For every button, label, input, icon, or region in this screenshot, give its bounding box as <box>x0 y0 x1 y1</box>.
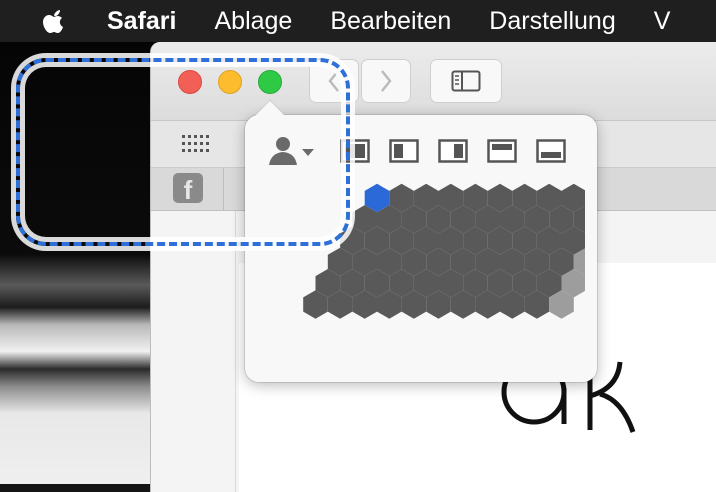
menu-app-name[interactable]: Safari <box>107 7 176 36</box>
sidebar-toggle-button[interactable] <box>430 59 502 103</box>
menu-darstellung[interactable]: Darstellung <box>489 7 615 36</box>
menu-more[interactable]: V <box>654 7 671 36</box>
menu-bar: Safari Ablage Bearbeiten Darstellung V <box>0 0 716 42</box>
apple-logo-icon[interactable] <box>41 7 67 35</box>
focus-highlight-outline <box>16 58 350 246</box>
sidebar-icon <box>451 70 481 92</box>
menu-ablage[interactable]: Ablage <box>214 7 292 36</box>
menu-bearbeiten[interactable]: Bearbeiten <box>330 7 451 36</box>
layout-top-half-icon[interactable] <box>487 139 517 163</box>
layout-bottom-half-icon[interactable] <box>536 139 566 163</box>
chevron-right-icon <box>381 70 392 92</box>
forward-button[interactable] <box>361 59 411 103</box>
layout-right-half-icon[interactable] <box>438 139 468 163</box>
content-divider <box>235 211 236 492</box>
layout-left-half-icon[interactable] <box>389 139 419 163</box>
